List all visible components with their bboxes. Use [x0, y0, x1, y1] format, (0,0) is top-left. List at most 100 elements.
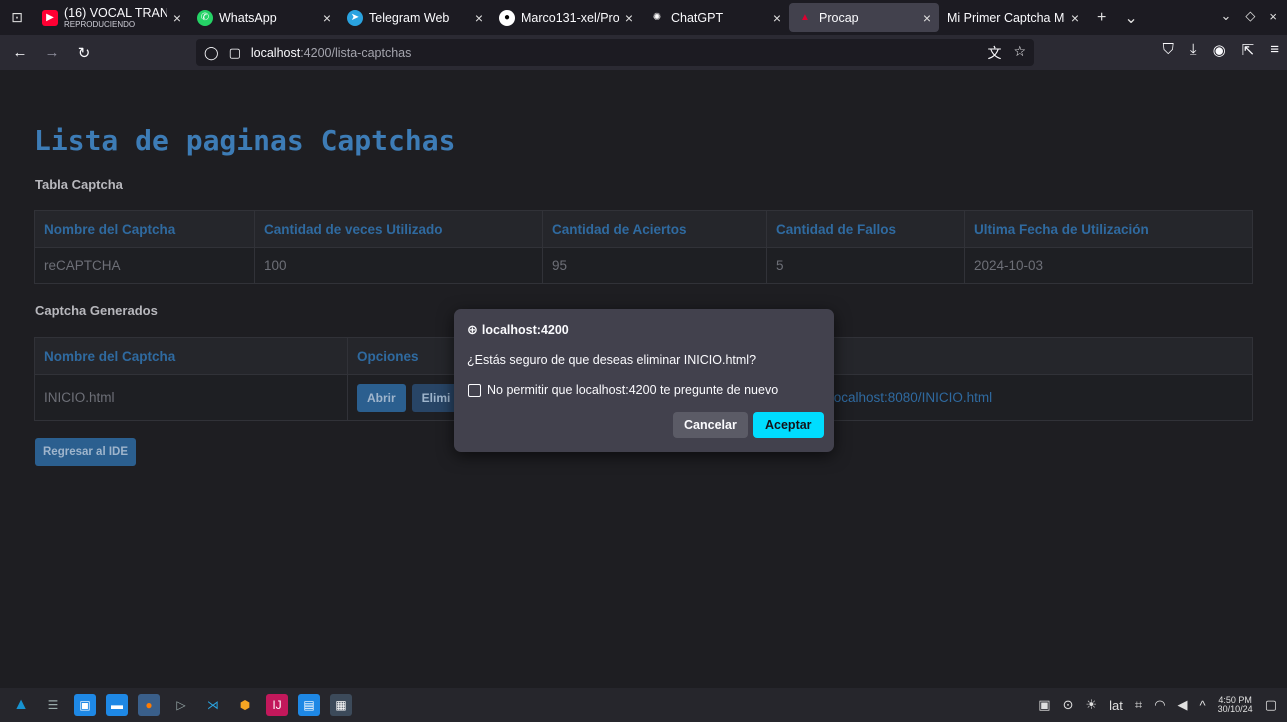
- link-cell: /localhost:8080/INICIO.html: [817, 374, 1253, 421]
- chevron-down-icon[interactable]: ⌄: [1124, 8, 1137, 28]
- tab-subtitle: REPRODUCIENDO: [64, 20, 136, 29]
- store-icon[interactable]: ▣: [74, 694, 96, 716]
- shield-icon[interactable]: ◯: [204, 45, 219, 61]
- table-cell: reCAPTCHA: [34, 247, 255, 284]
- tab-github[interactable]: ● Marco131-xel/Proye ×: [491, 0, 641, 35]
- table-cell: 100: [254, 247, 543, 284]
- table-cell: 2024-10-03: [964, 247, 1253, 284]
- clock[interactable]: 4:50 PM 30/10/24: [1218, 696, 1253, 714]
- table-cell: 5: [766, 247, 965, 284]
- back-arrow-icon[interactable]: ←: [8, 41, 32, 65]
- files-icon[interactable]: ▬: [106, 694, 128, 716]
- restore-icon[interactable]: ◇: [1245, 8, 1255, 24]
- tab-mi-primer-captcha[interactable]: Mi Primer Captcha Ma ×: [939, 0, 1087, 35]
- nav-bar: ← → ↻ ◯ ▢ localhost:4200/lista-captchas …: [0, 35, 1287, 70]
- table-header: Nombre del Captcha: [34, 337, 348, 375]
- angular-icon: ▲: [800, 12, 810, 23]
- tab-bar: ⊡ ▶ (16) VOCAL TRANCEREPRODUCIENDO × ✆ W…: [0, 0, 1287, 35]
- telegram-icon: ➤: [347, 9, 363, 26]
- globe-icon: ⊕: [467, 322, 478, 337]
- account-icon[interactable]: ◉: [1213, 41, 1226, 59]
- captcha-link[interactable]: /localhost:8080/INICIO.html: [827, 390, 992, 405]
- close-icon[interactable]: ×: [173, 10, 181, 26]
- new-tab-icon[interactable]: +: [1097, 9, 1106, 27]
- close-window-icon[interactable]: ×: [1269, 9, 1277, 24]
- clock-date: 30/10/24: [1217, 704, 1253, 714]
- dialog-message: ¿Estás seguro de que deseas eliminar INI…: [467, 353, 757, 367]
- vscode-icon[interactable]: ⋊: [202, 694, 224, 716]
- dialog-title: ⊕ localhost:4200: [467, 322, 569, 338]
- close-icon[interactable]: ×: [323, 10, 331, 26]
- show-desktop-icon[interactable]: ▢: [1265, 697, 1277, 713]
- url-host: localhost: [250, 45, 301, 60]
- table-cell: 95: [542, 247, 767, 284]
- youtube-icon: ▶: [42, 9, 58, 26]
- tab-title: Marco131-xel/Proye: [521, 10, 619, 25]
- confirm-dialog: ⊕ localhost:4200 ¿Estás seguro de que de…: [454, 309, 834, 452]
- tab-title: ChatGPT: [671, 10, 724, 25]
- accept-button[interactable]: Aceptar: [753, 412, 824, 438]
- dont-ask-checkbox[interactable]: No permitir que localhost:4200 te pregun…: [468, 383, 778, 397]
- back-to-ide-button[interactable]: Regresar al IDE: [35, 438, 137, 466]
- forward-arrow-icon[interactable]: →: [40, 41, 64, 65]
- chevron-down-icon[interactable]: ⌄: [1221, 8, 1232, 24]
- checkbox-label: No permitir que localhost:4200 te pregun…: [487, 383, 779, 397]
- volume-icon[interactable]: ◀: [1178, 697, 1188, 713]
- brightness-icon[interactable]: ☀: [1085, 697, 1097, 713]
- reload-icon[interactable]: ↻: [72, 41, 96, 65]
- cancel-button[interactable]: Cancelar: [673, 412, 748, 438]
- terminal-icon[interactable]: ▷: [170, 694, 192, 716]
- app-icon[interactable]: ⬢: [234, 694, 256, 716]
- clipboard-icon[interactable]: ▣: [1038, 697, 1050, 713]
- keyboard-layout[interactable]: lat: [1109, 698, 1123, 713]
- table-header: Ultima Fecha de Utilización: [964, 210, 1253, 248]
- intellij-icon[interactable]: IJ: [266, 694, 288, 716]
- table2-title: Captcha Generados: [35, 303, 158, 318]
- page-title: Lista de paginas Captchas: [34, 124, 456, 157]
- tab-telegram[interactable]: ➤ Telegram Web ×: [339, 0, 491, 35]
- url-bar[interactable]: ◯ ▢ localhost:4200/lista-captchas 文 ☆: [196, 39, 1034, 66]
- table-header: [817, 337, 1253, 375]
- tab-title: (16) VOCAL TRANCE: [64, 6, 167, 20]
- page-icon[interactable]: ▢: [229, 45, 241, 61]
- tab-youtube[interactable]: ▶ (16) VOCAL TRANCEREPRODUCIENDO ×: [34, 0, 189, 35]
- tab-whatsapp[interactable]: ✆ WhatsApp ×: [189, 0, 339, 35]
- wifi-icon[interactable]: ◠: [1154, 697, 1165, 713]
- close-icon[interactable]: ×: [1071, 10, 1079, 26]
- table-header: Cantidad de veces Utilizado: [254, 210, 543, 248]
- table1-title: Tabla Captcha: [35, 177, 123, 192]
- open-button[interactable]: Abrir: [357, 383, 406, 412]
- network-icon[interactable]: ⌗: [1135, 697, 1142, 713]
- taskbar: ▲ ☰ ▣ ▬ ● ▷ ⋊ ⬢ IJ ▤ ▦ ▣ ⊙ ☀ lat ⌗ ◠ ◀ ^…: [0, 688, 1287, 722]
- tab-title: Telegram Web: [369, 10, 450, 25]
- tab-title: WhatsApp: [219, 10, 277, 25]
- document-icon[interactable]: ▤: [298, 694, 320, 716]
- tab-title: Procap: [819, 10, 859, 25]
- media-play-icon[interactable]: ⊙: [1063, 697, 1074, 713]
- extensions-icon[interactable]: ⇱: [1242, 41, 1255, 59]
- close-icon[interactable]: ×: [625, 10, 633, 26]
- tab-procap[interactable]: ▲ Procap ×: [789, 3, 939, 32]
- table-header: Cantidad de Fallos: [766, 210, 965, 248]
- table-header: Nombre del Captcha: [34, 210, 255, 248]
- monitor-icon[interactable]: ▦: [330, 694, 352, 716]
- whatsapp-icon: ✆: [197, 9, 213, 26]
- chatgpt-icon: ✺: [652, 12, 662, 23]
- bookmark-star-icon[interactable]: ☆: [1013, 43, 1026, 63]
- close-icon[interactable]: ×: [475, 10, 483, 26]
- tab-title: Mi Primer Captcha Ma: [947, 10, 1065, 25]
- arch-launcher-icon[interactable]: ▲: [10, 694, 32, 716]
- checkbox-icon[interactable]: [468, 383, 481, 397]
- pocket-icon[interactable]: ⛉: [1163, 41, 1174, 59]
- settings-icon[interactable]: ☰: [42, 694, 64, 716]
- download-icon[interactable]: ⤓: [1190, 41, 1197, 59]
- menu-icon[interactable]: ≡: [1270, 41, 1279, 59]
- table-header-row: Nombre del Captcha Cantidad de veces Uti…: [34, 210, 1253, 248]
- translate-icon[interactable]: 文: [987, 43, 1001, 63]
- tab-chatgpt[interactable]: ✺ ChatGPT ×: [641, 0, 789, 35]
- close-icon[interactable]: ×: [773, 10, 781, 26]
- chevron-up-icon[interactable]: ^: [1200, 698, 1206, 713]
- tab-list-icon[interactable]: ⊡: [0, 0, 34, 35]
- firefox-icon[interactable]: ●: [138, 694, 160, 716]
- close-icon[interactable]: ×: [923, 10, 931, 26]
